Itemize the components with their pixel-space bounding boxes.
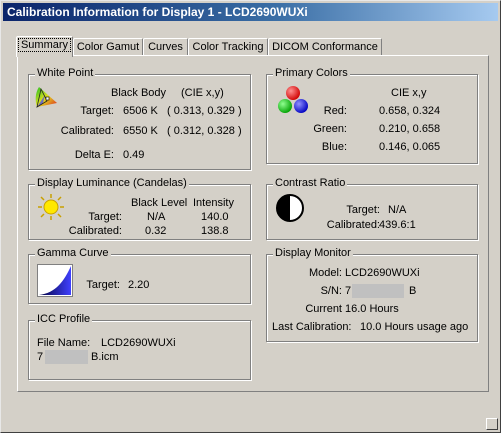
wp-target-xy: ( 0.313, 0.329 ) — [167, 105, 242, 117]
display-luminance-group: Display Luminance (Candelas) Black Level… — [28, 177, 251, 240]
contrast-ratio-group: Contrast Ratio Target: N/A Calibrated: 4… — [266, 177, 478, 240]
wp-col-black-body: Black Body — [111, 87, 167, 99]
serial-redaction — [352, 284, 404, 298]
white-point-title: White Point — [35, 67, 96, 79]
primary-colors-title: Primary Colors — [273, 67, 350, 79]
wp-col-cie: (CIE x,y) — [181, 87, 224, 99]
contrast-ratio-title: Contrast Ratio — [273, 177, 348, 189]
dl-col-intensity: Intensity — [193, 197, 234, 209]
dl-calibrated-intensity: 138.8 — [201, 225, 229, 237]
cr-calibrated-value: 439.6:1 — [379, 219, 416, 231]
pc-col-cie: CIE x,y — [391, 87, 427, 99]
pc-green-value: 0.210, 0.658 — [379, 123, 441, 135]
icc-profile-group: ICC Profile File Name: LCD2690WUXi 7 B.i… — [28, 313, 251, 380]
summary-panel: White Point Black Body (CIE x,y) Target:… — [17, 55, 489, 392]
white-point-group: White Point Black Body (CIE x,y) Target:… — [28, 67, 251, 170]
wp-target-k: 6506 K — [123, 105, 158, 117]
cr-target-label: Target: — [346, 204, 380, 216]
icc-file-line2-start: 7 — [37, 351, 44, 363]
display-monitor-group: Display Monitor Model: LCD2690WUXi S/N: … — [266, 247, 478, 342]
window-title: Calibration Information for Display 1 - … — [3, 3, 498, 21]
wp-calibrated-label: Calibrated: — [60, 125, 114, 137]
dl-target-black: N/A — [147, 211, 166, 223]
dl-target-intensity: 140.0 — [201, 211, 229, 223]
dm-sn-start: 7 — [345, 285, 352, 297]
dm-sn-end: B — [409, 285, 417, 297]
tab-summary[interactable]: Summary — [16, 36, 73, 57]
display-luminance-title: Display Luminance (Candelas) — [35, 177, 189, 189]
resize-grip[interactable] — [486, 418, 498, 430]
gc-target-label: Target: — [86, 279, 120, 291]
wp-delta-label: Delta E: — [74, 149, 114, 161]
dm-current-label: Current — [305, 303, 342, 315]
dl-calibrated-label: Calibrated: — [68, 225, 122, 237]
dl-col-black: Black Level — [131, 197, 188, 209]
pc-red-label: Red: — [323, 105, 347, 117]
pc-blue-label: Blue: — [321, 141, 347, 153]
dm-current-value: 16.0 Hours — [345, 303, 399, 315]
icc-file-line2-end: B.icm — [91, 351, 119, 363]
wp-delta-value: 0.49 — [123, 149, 145, 161]
wp-calibrated-xy: ( 0.312, 0.328 ) — [167, 125, 242, 137]
dl-calibrated-black: 0.32 — [145, 225, 167, 237]
dm-lastcal-label: Last Calibration: — [272, 321, 352, 333]
gamma-curve-group: Gamma Curve Target: 2.20 — [28, 247, 251, 304]
dm-model-label: Model: — [308, 267, 342, 279]
tab-color-gamut[interactable]: Color Gamut — [73, 38, 143, 56]
display-monitor-title: Display Monitor — [273, 247, 353, 259]
dl-target-label: Target: — [88, 211, 122, 223]
pc-red-value: 0.658, 0.324 — [379, 105, 441, 117]
primary-colors-group: Primary Colors CIE x,y Red: 0.658, 0.324… — [266, 67, 478, 164]
cr-target-value: N/A — [388, 204, 407, 216]
dm-model-value: LCD2690WUXi — [345, 267, 420, 279]
gc-target-value: 2.20 — [128, 279, 150, 291]
wp-target-label: Target: — [80, 105, 114, 117]
dm-sn-label: S/N: — [320, 285, 342, 297]
tab-dicom-conformance[interactable]: DICOM Conformance — [268, 38, 382, 56]
tab-color-tracking[interactable]: Color Tracking — [188, 38, 268, 56]
icc-file-label: File Name: — [37, 337, 91, 349]
pc-green-label: Green: — [313, 123, 347, 135]
icc-file-value: LCD2690WUXi — [101, 337, 176, 349]
calibration-info-window: Calibration Information for Display 1 - … — [0, 0, 501, 433]
cr-calibrated-label: Calibrated: — [326, 219, 380, 231]
gamma-curve-icon — [37, 264, 73, 297]
wp-calibrated-k: 6550 K — [123, 125, 158, 137]
gamma-curve-title: Gamma Curve — [35, 247, 111, 259]
contrast-icon — [275, 193, 305, 223]
dm-lastcal-value: 10.0 Hours usage ago — [360, 321, 469, 333]
tab-curves[interactable]: Curves — [143, 38, 188, 56]
pc-blue-value: 0.146, 0.065 — [379, 141, 441, 153]
icc-profile-title: ICC Profile — [35, 313, 93, 325]
filename-redaction — [45, 350, 88, 364]
